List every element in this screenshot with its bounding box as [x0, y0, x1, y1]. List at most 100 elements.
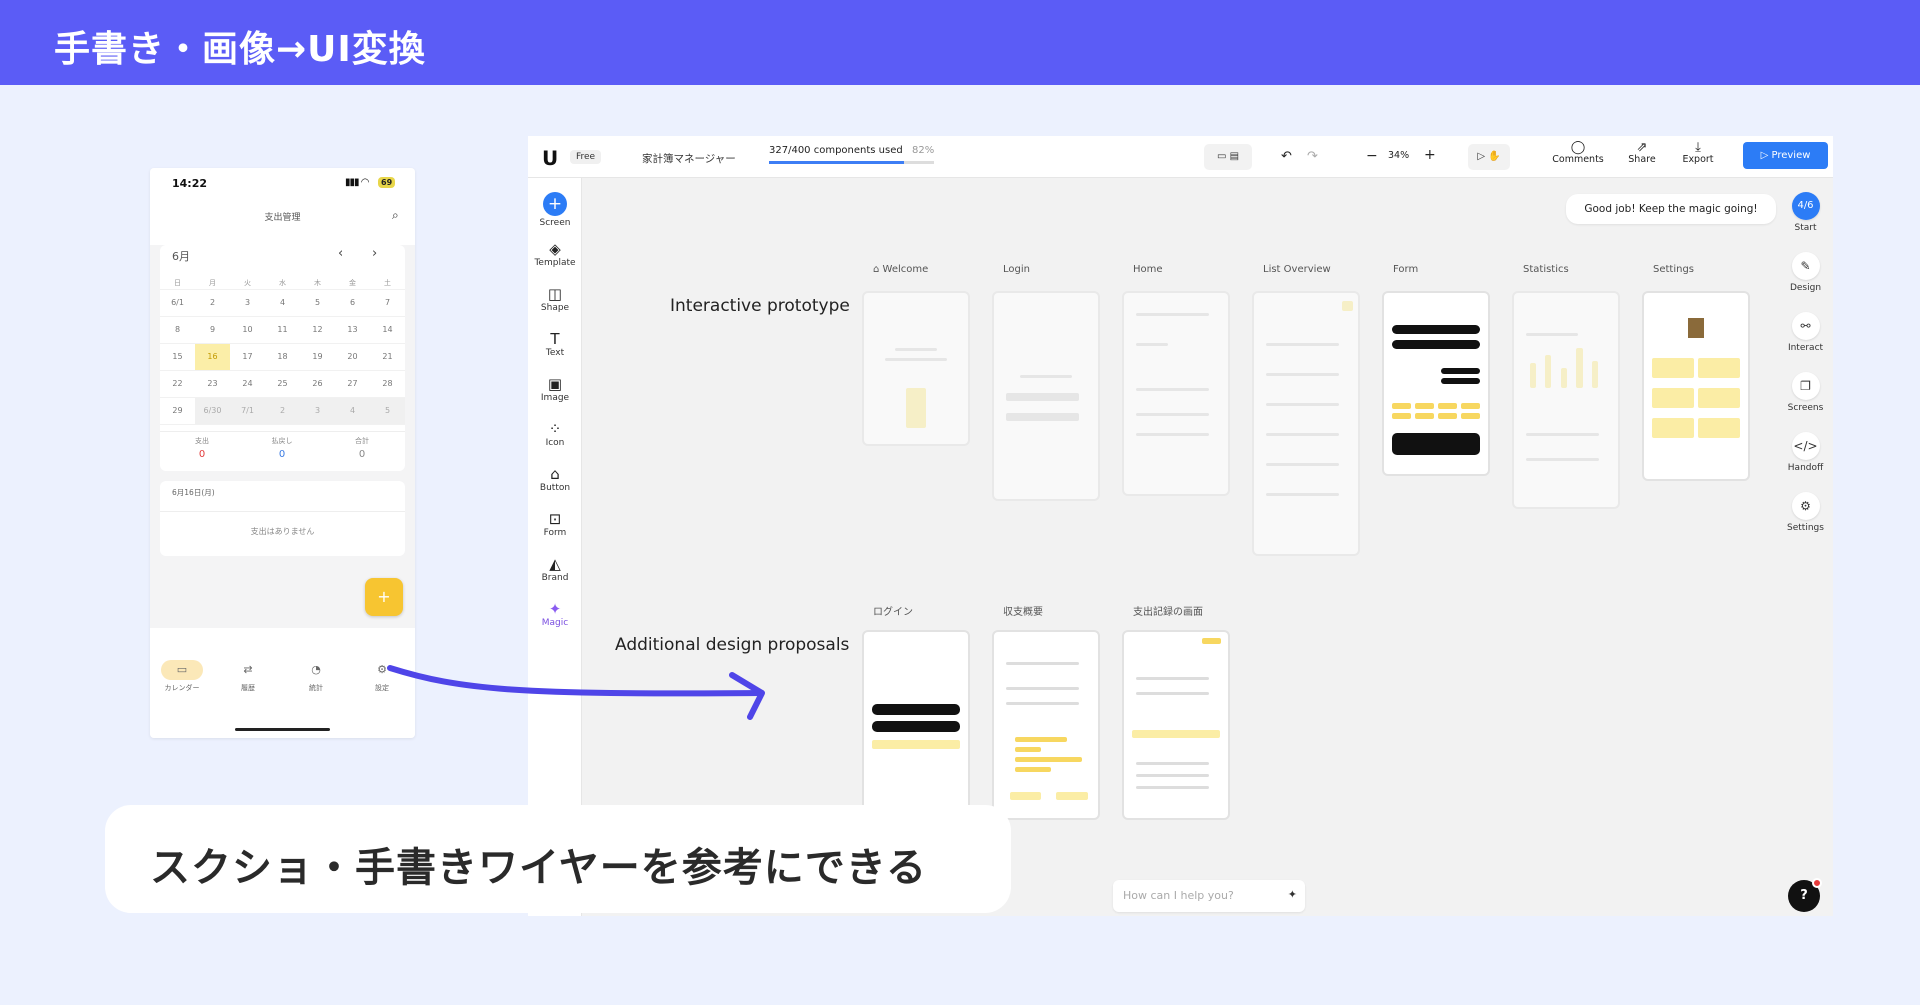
tool-screen[interactable]: + Screen [528, 192, 582, 228]
calendar-day[interactable]: 6 [335, 289, 370, 317]
calendar-day[interactable]: 21 [370, 343, 405, 371]
screen-frame-login[interactable] [992, 291, 1100, 501]
brand-icon: ◭ [549, 555, 561, 573]
calendar-day[interactable]: 6/30 [195, 397, 230, 425]
zoom-in-icon[interactable]: + [1424, 147, 1436, 163]
calendar-day[interactable]: 7/1 [230, 397, 265, 425]
tab-stats[interactable]: ◔ 統計 [286, 660, 346, 693]
right-tool-handoff[interactable]: </> Handoff [1778, 432, 1833, 473]
calendar-day[interactable]: 2 [265, 397, 300, 425]
screen-title-form[interactable]: Form [1393, 264, 1418, 275]
screen-title-statistics[interactable]: Statistics [1523, 264, 1569, 275]
calendar-day[interactable]: 9 [195, 316, 230, 344]
export-button[interactable]: ⤓ Export [1678, 141, 1718, 165]
add-expense-button[interactable]: + [365, 578, 403, 616]
tool-template[interactable]: ◈ Template [528, 240, 582, 268]
calendar-day[interactable]: 10 [230, 316, 265, 344]
calendar-day[interactable]: 2 [195, 289, 230, 317]
zoom-out-icon[interactable]: − [1366, 148, 1378, 164]
calendar-day[interactable]: 24 [230, 370, 265, 398]
screen-title-home[interactable]: Home [1133, 264, 1163, 275]
calendar-day[interactable]: 25 [265, 370, 300, 398]
tool-image[interactable]: ▣ Image [528, 375, 582, 403]
plus-icon: + [543, 192, 567, 216]
proposal-frame-summary[interactable] [992, 630, 1100, 820]
chevron-left-icon[interactable]: ‹ [338, 246, 343, 261]
screen-title-login-ja[interactable]: ログイン [873, 603, 913, 618]
calendar-day[interactable]: 7 [370, 289, 405, 317]
tool-text[interactable]: T Text [528, 330, 582, 358]
calendar-day[interactable]: 29 [160, 397, 195, 425]
redo-icon[interactable]: ↷ [1307, 149, 1318, 164]
calendar-day[interactable]: 19 [300, 343, 335, 371]
screen-title-welcome[interactable]: ⌂ Welcome [873, 264, 928, 275]
calendar-day[interactable]: 17 [230, 343, 265, 371]
screen-frame-welcome[interactable] [862, 291, 970, 446]
calendar-day[interactable]: 12 [300, 316, 335, 344]
preview-button[interactable]: ▷ Preview [1743, 142, 1828, 169]
tool-shape[interactable]: ◫ Shape [528, 285, 582, 313]
calendar-day[interactable]: 26 [300, 370, 335, 398]
right-tool-screens[interactable]: ❐ Screens [1778, 372, 1833, 413]
screen-frame-list[interactable] [1252, 291, 1360, 556]
calendar-day[interactable]: 27 [335, 370, 370, 398]
calendar-day[interactable]: 14 [370, 316, 405, 344]
calendar-day[interactable]: 5 [370, 397, 405, 425]
screen-title-settings[interactable]: Settings [1653, 264, 1694, 275]
tool-icon[interactable]: ⁘ Icon [528, 420, 582, 448]
app-logo-icon[interactable]: ᑌ [542, 146, 558, 170]
calendar-day[interactable]: 28 [370, 370, 405, 398]
proposal-frame-login[interactable] [862, 630, 970, 820]
tab-history[interactable]: ⇄ 履歴 [218, 660, 278, 693]
screen-title-list[interactable]: List Overview [1263, 264, 1331, 275]
zoom-level[interactable]: 34% [1388, 150, 1409, 161]
calendar-day[interactable]: 15 [160, 343, 195, 371]
undo-icon[interactable]: ↶ [1281, 149, 1292, 164]
calendar-day[interactable]: 16 [195, 343, 230, 371]
screen-title-record-ja[interactable]: 支出記録の画面 [1133, 603, 1203, 618]
project-name[interactable]: 家計簿マネージャー [642, 151, 736, 166]
weekday-label: 水 [265, 278, 300, 290]
comments-button[interactable]: ◯ Comments [1548, 141, 1608, 165]
screen-frame-form[interactable] [1382, 291, 1490, 476]
tool-brand[interactable]: ◭ Brand [528, 555, 582, 583]
tool-magic[interactable]: ✦ Magic [528, 600, 582, 628]
share-button[interactable]: ⇗ Share [1622, 141, 1662, 165]
screen-frame-home[interactable] [1122, 291, 1230, 496]
chevron-right-icon[interactable]: › [372, 246, 377, 261]
calendar-day[interactable]: 5 [300, 289, 335, 317]
calendar-day[interactable]: 6/1 [160, 289, 195, 317]
calendar-day[interactable]: 3 [230, 289, 265, 317]
assistant-input[interactable]: How can I help you? ✦ [1113, 880, 1305, 912]
calendar-day[interactable]: 13 [335, 316, 370, 344]
tool-button[interactable]: ⌂ Button [528, 465, 582, 493]
proposal-frame-record[interactable] [1122, 630, 1230, 820]
calendar-day[interactable]: 4 [335, 397, 370, 425]
tool-form[interactable]: ⊡ Form [528, 510, 582, 538]
right-tool-start[interactable]: 4/6 Start [1778, 192, 1833, 233]
calendar-day[interactable]: 4 [265, 289, 300, 317]
calendar-day[interactable]: 22 [160, 370, 195, 398]
right-tool-design[interactable]: ✎ Design [1778, 252, 1833, 293]
calendar-day[interactable]: 3 [300, 397, 335, 425]
right-tool-settings[interactable]: ⚙ Settings [1778, 492, 1833, 533]
search-icon[interactable]: ⌕ [392, 208, 399, 223]
calendar-day[interactable]: 18 [265, 343, 300, 371]
play-hand-toggle[interactable]: ▷ ✋ [1468, 144, 1510, 170]
screen-title-summary-ja[interactable]: 収支概要 [1003, 603, 1043, 618]
calendar-day[interactable]: 20 [335, 343, 370, 371]
screen-title-login[interactable]: Login [1003, 264, 1030, 275]
callout-text: スクショ・手書きワイヤーを参考にできる [150, 845, 927, 891]
right-tool-interact[interactable]: ⚯ Interact [1778, 312, 1833, 353]
weekday-label: 金 [335, 278, 370, 290]
view-toggle[interactable]: ▭ ▤ [1204, 144, 1252, 170]
calendar-day[interactable]: 23 [195, 370, 230, 398]
tab-calendar[interactable]: ▭ カレンダー [152, 660, 212, 693]
link-icon: ⚯ [1791, 312, 1820, 340]
calendar-day[interactable]: 8 [160, 316, 195, 344]
help-button[interactable]: ? [1788, 878, 1822, 912]
screen-frame-settings[interactable] [1642, 291, 1750, 481]
calendar-day[interactable]: 11 [265, 316, 300, 344]
tab-bar: ▭ カレンダー ⇄ 履歴 ◔ 統計 ⚙ 設定 [150, 628, 415, 738]
screen-frame-statistics[interactable] [1512, 291, 1620, 509]
